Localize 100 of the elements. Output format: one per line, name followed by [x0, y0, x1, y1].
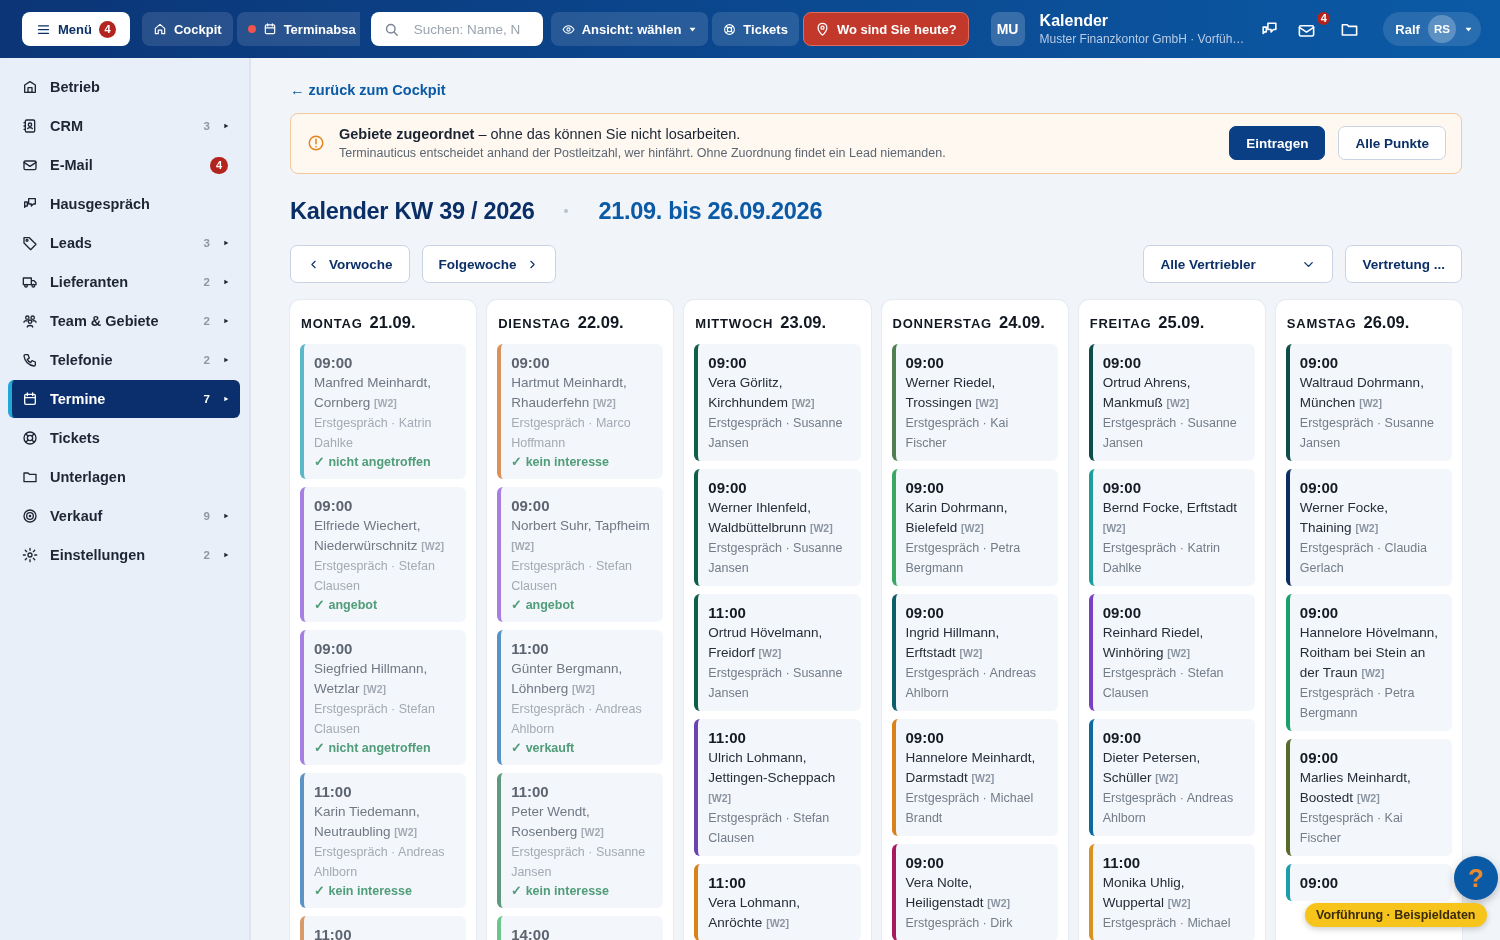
appointment-card[interactable]: 09:00 Vera Nolte, Heiligenstadt [W2] Erstgespräch · Dirk — [891, 844, 1058, 940]
item-count: 3 — [203, 237, 210, 249]
appointment-details: Erstgespräch · Andreas Ahlborn — [1102, 790, 1235, 827]
appointment-card[interactable]: 14:00 — [497, 916, 664, 940]
cockpit-button[interactable]: Cockpit — [141, 12, 233, 46]
truck-icon — [22, 274, 38, 290]
next-week-button[interactable]: Folgewoche — [421, 245, 556, 283]
appointment-card[interactable]: 11:00 Günter Bergmann, Löhnberg [W2] Erstgespräch · Andreas Ahlborn ✓ verkauft — [497, 630, 664, 765]
sales-rep-dropdown[interactable]: Alle Vertriebler — [1143, 245, 1334, 283]
search-field[interactable]: Suchen: Name, N — [370, 12, 543, 46]
customer-name: Werner Ihlenfeld, Waldbüttelbrunn [W2] — [708, 499, 834, 537]
caret-icon — [222, 278, 230, 286]
previous-week-button[interactable]: Vorwoche — [290, 245, 410, 283]
location-button[interactable]: Wo sind Sie heute? — [802, 12, 969, 46]
view-dropdown[interactable]: Ansicht: wählen — [550, 12, 709, 46]
appointment-time: 09:00 — [905, 728, 944, 748]
appointment-card[interactable]: 11:00 Ulrich Lohmann, Jettingen-Scheppach [W2] Erstgespräch · Stefan Clausen — [694, 719, 861, 856]
menu-button[interactable]: Menü 4 — [22, 12, 130, 46]
appointment-card[interactable]: 09:00 Hartmut Meinhardt, Rhauderfehn [W2] Erstgespräch · Marco Hoffmann ✓ kein interesse — [497, 344, 664, 479]
sidebar-item[interactable]: CRM 3 — [8, 107, 240, 145]
app-title: Kalender — [1039, 12, 1110, 30]
appointment-card[interactable]: 09:00 Marlies Meinhardt, Boostedt [W2] Erstgespräch · Kai Fischer — [1285, 739, 1452, 856]
phone-icon — [22, 352, 38, 368]
customer-name: Werner Riedel, Trossingen [W2] — [905, 374, 1000, 412]
appointment-result: ✓ angebot — [511, 597, 576, 614]
sidebar-item[interactable]: Leads 3 — [8, 224, 240, 262]
appointment-card[interactable]: 09:00 Karin Dohrmann, Bielefeld [W2] Erstgespräch · Petra Bergmann — [891, 469, 1058, 586]
appointment-card[interactable]: 09:00 Ingrid Hillmann, Erftstadt [W2] Erstgespräch · Andreas Ahlborn — [891, 594, 1058, 711]
caret-icon — [222, 239, 230, 247]
building-icon — [22, 79, 38, 95]
caret-icon — [222, 395, 230, 403]
appointment-details: Erstgespräch · Susanne Jansen — [708, 415, 844, 452]
appointment-card[interactable]: 11:00 Monika Uhlig, Wuppertal [W2] Erstgespräch · Michael — [1088, 844, 1255, 940]
appointment-card[interactable]: 09:00 Hannelore Hövelmann, Roitham bei Stein an der Traun [W2] Erstgespräch · Petra Bergmann — [1285, 594, 1452, 731]
appointment-time: 09:00 — [1299, 353, 1339, 373]
folder-icon — [22, 469, 38, 485]
day-date: 22.09. — [577, 313, 624, 332]
appointment-card[interactable]: 09:00 Ortrud Ahrens, Mankmuß [W2] Erstgespräch · Susanne Jansen — [1088, 344, 1255, 461]
item-count: 2 — [203, 276, 210, 288]
sidebar-item[interactable]: Hausgespräch — [8, 185, 240, 223]
appointment-time: 09:00 — [905, 353, 944, 373]
appointment-time: 11:00 — [314, 925, 352, 940]
day-date: 26.09. — [1363, 313, 1410, 332]
appointment-card[interactable]: 09:00 Werner Riedel, Trossingen [W2] Erstgespräch · Kai Fischer — [891, 344, 1058, 461]
sidebar-item[interactable]: Tickets — [8, 419, 240, 457]
sidebar-item[interactable]: Termine 7 — [8, 380, 240, 418]
appointment-card[interactable]: 11:00 Karin Tiedemann, Neutraubling [W2] Erstgespräch · Andreas Ahlborn ✓ kein interesse — [300, 773, 467, 908]
appointment-card[interactable]: 11:00 — [300, 916, 467, 940]
day-date: 23.09. — [780, 313, 827, 332]
sidebar-item[interactable]: E-Mail 4 — [8, 146, 240, 184]
appointment-details: Erstgespräch · Susanne Jansen — [1299, 415, 1435, 452]
day-name: MONTAG — [301, 316, 363, 331]
sidebar-item[interactable]: Unterlagen — [8, 458, 240, 496]
assign-button[interactable]: Eintragen — [1229, 126, 1326, 160]
caret-icon — [222, 551, 230, 559]
all-points-button[interactable]: Alle Punkte — [1338, 126, 1446, 160]
sidebar-item[interactable]: Team & Gebiete 2 — [8, 302, 240, 340]
appointment-card[interactable]: 09:00 Werner Focke, Thaining [W2] Erstgespräch · Claudia Gerlach — [1285, 469, 1452, 586]
deputy-button[interactable]: Vertretung ... — [1345, 245, 1462, 283]
user-menu[interactable]: Ralf RS — [1383, 12, 1481, 46]
customer-name: Vera Nolte, Heiligenstadt [W2] — [905, 874, 1012, 912]
appointment-details: Erstgespräch · Susanne Jansen — [708, 665, 844, 702]
appointment-card[interactable]: 09:00 Manfred Meinhardt, Cornberg [W2] Erstgespräch · Katrin Dahlke ✓ nicht angetroffen — [300, 344, 467, 479]
sidebar-item[interactable]: Telefonie 2 — [8, 341, 240, 379]
appointment-details: Erstgespräch · Stefan Clausen — [314, 701, 436, 738]
search-input[interactable]: Suchen: Name, N — [413, 21, 526, 37]
appointment-result: ✓ angebot — [314, 597, 379, 614]
user-avatar: RS — [1427, 15, 1456, 43]
customer-name: Vera Lohmann, Anröchte [W2] — [708, 894, 801, 932]
sidebar-item[interactable]: Verkauf 9 — [8, 497, 240, 535]
sidebar-item[interactable]: Lieferanten 2 — [8, 263, 240, 301]
appointment-card[interactable]: 09:00 Norbert Suhr, Tapfheim [W2] Erstgespräch · Stefan Clausen ✓ angebot — [497, 487, 664, 622]
caret-icon — [222, 122, 230, 130]
back-link[interactable]: ← zurück zum Cockpit — [290, 82, 446, 98]
appointment-time: 09:00 — [1102, 478, 1142, 498]
appointment-card[interactable]: 11:00 Peter Wendt, Rosenberg [W2] Erstgespräch · Susanne Jansen ✓ kein interesse — [497, 773, 664, 908]
calendar-icon — [262, 22, 277, 36]
appointment-card[interactable]: 09:00 Bernd Focke, Erftstadt [W2] Erstgespräch · Katrin Dahlke — [1088, 469, 1255, 586]
appointment-card[interactable]: 11:00 Ortrud Hövelmann, Freidorf [W2] Erstgespräch · Susanne Jansen — [694, 594, 861, 711]
appointment-card[interactable]: 09:00 Dieter Petersen, Schüller [W2] Erstgespräch · Andreas Ahlborn — [1088, 719, 1255, 836]
appointment-card[interactable]: 09:00 Siegfried Hillmann, Wetzlar [W2] Erstgespräch · Stefan Clausen ✓ nicht angetroffen — [300, 630, 467, 765]
appointment-card[interactable]: 11:00 Vera Lohmann, Anröchte [W2] — [694, 864, 861, 940]
sidebar-item[interactable]: Betrieb — [8, 68, 240, 106]
customer-name: Ortrud Ahrens, Mankmuß [W2] — [1102, 374, 1192, 412]
appointment-card[interactable]: 09:00 Werner Ihlenfeld, Waldbüttelbrunn [W2] Erstgespräch · Susanne Jansen — [694, 469, 861, 586]
appointment-time: 11:00 — [1102, 853, 1141, 873]
appointment-card[interactable]: 09:00 Vera Görlitz, Kirchhundem [W2] Erstgespräch · Susanne Jansen — [694, 344, 861, 461]
sidebar-item[interactable]: Einstellungen 2 — [8, 536, 240, 574]
home-icon — [152, 22, 167, 36]
appointment-card[interactable]: 09:00 — [1285, 864, 1452, 901]
warning-icon — [307, 134, 325, 152]
appointment-card[interactable]: 09:00 Hannelore Meinhardt, Darmstadt [W2] Erstgespräch · Michael Brandt — [891, 719, 1058, 836]
appointment-card[interactable]: 09:00 Elfriede Wiechert, Niederwürschnitz [W2] Erstgespräch · Stefan Clausen ✓ angebot — [300, 487, 467, 622]
appointment-card[interactable]: 09:00 Waltraud Dohrmann, München [W2] Erstgespräch · Susanne Jansen — [1285, 344, 1452, 461]
customer-name: Elfriede Wiechert, Niederwürschnitz [W2] — [314, 517, 446, 555]
tickets-button[interactable]: Tickets — [712, 12, 799, 46]
app-subtitle: Muster Finanzkontor GmbH · Vorfüh… — [1039, 32, 1245, 46]
appointment-time: 11:00 — [314, 782, 352, 802]
appointment-card[interactable]: 09:00 Reinhard Riedel, Winhöring [W2] Erstgespräch · Stefan Clausen — [1088, 594, 1255, 711]
toolbar-button[interactable]: Terminabsa — [236, 12, 360, 46]
